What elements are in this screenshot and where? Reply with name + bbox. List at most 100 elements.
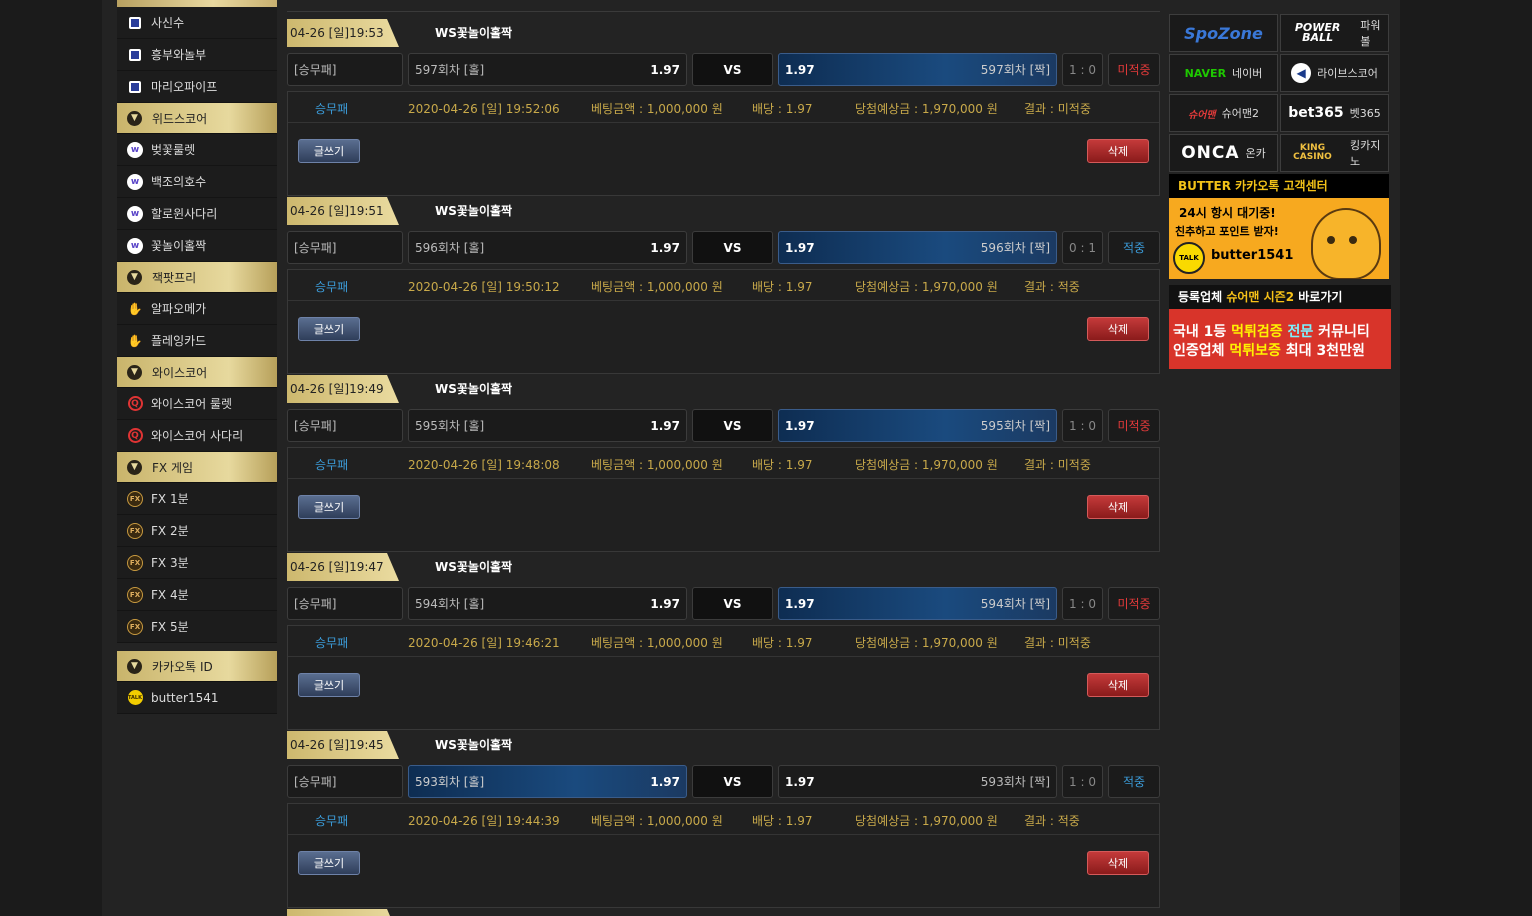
delete-button[interactable]: 삭제 [1087,317,1149,341]
sidebar-section-header[interactable]: ▼ FX 게임 [117,452,277,483]
sidebar-section-header[interactable]: ▼ 위드스코어 [117,103,277,134]
bet-type: [승무패] [287,409,403,442]
sidebar-item-label: 마리오파이프 [151,80,218,94]
sidebar-section-kakao[interactable]: ▼ 카카오톡 ID [117,651,277,682]
sidebar-item[interactable]: w 꽃놀이홀짝 [117,230,277,262]
home-pick: 595회차 [홀] 1.97 [408,409,687,442]
bet-date-tag: 04-26 [일]19:53 [287,19,399,47]
q-icon: Q [127,396,143,412]
partner-livescore[interactable]: ◀ 라이브스코어 [1280,54,1389,92]
score: 1 : 0 [1062,409,1103,442]
info-time: 2020-04-26 [일] 19:46:21 [408,636,560,650]
bet-date-tag: 04-26 [일]19:45 [287,731,399,759]
vs-label: VS [692,765,773,798]
sidebar-item[interactable]: 마리오파이프 [117,71,277,103]
sidebar-item[interactable]: Q 와이스코어 룰렛 [117,388,277,420]
bet-date-tag: 04-26 [일]19:51 [287,197,399,225]
sidebar-section-header[interactable]: ▼ 잭팟프리 [117,262,277,293]
bet-date-tag [287,909,399,916]
info-expected: 당첨예상금 : 1,970,000 원 [855,458,998,472]
bet-selection-row: [승무패] 597회차 [홀] 1.97 VS 1.97 597회차 [짝] 1 : 0 미적… [287,53,1160,86]
info-time: 2020-04-26 [일] 19:48:08 [408,458,560,472]
sidebar-item[interactable]: 흥부와놀부 [117,39,277,71]
partner-sureman[interactable]: 슈어맨 슈어맨2 [1169,94,1278,132]
info-amount: 베팅금액 : 1,000,000 원 [591,814,723,828]
write-button[interactable]: 글쓰기 [298,851,360,875]
sidebar-item[interactable]: w 벚꽃룰렛 [117,134,277,166]
bet-card: 04-26 [일]19:51 WS꽃놀이홀짝 [승무패] 596회차 [홀] 1.97 V… [287,196,1160,374]
bet-info-panel: 승무패 2020-04-26 [일] 19:48:08 베팅금액 : 1,000,0… [287,447,1160,552]
w-icon: w [127,237,143,254]
info-time: 2020-04-26 [일] 19:52:06 [408,102,560,116]
delete-button[interactable]: 삭제 [1087,495,1149,519]
livescore-logo-icon: ◀ [1291,63,1312,83]
partner-label: 온카 [1245,147,1266,160]
sureman-banner[interactable]: 등록업체 슈어맨 시즌2 바로가기 국내 1등 먹튀검증 전문 커뮤니티 인증업… [1169,285,1391,369]
home-label: 594회차 [홀] [415,597,485,611]
sidebar-item[interactable]: w 백조의호수 [117,166,277,198]
chevron-down-icon: ▼ [127,459,142,475]
bet-info-line: 승무패 2020-04-26 [일] 19:44:39 베팅금액 : 1,000,0… [288,804,1159,835]
sidebar-item[interactable]: FX FX 3분 [117,547,277,579]
sidebar-item[interactable]: 사신수 [117,7,277,39]
write-button[interactable]: 글쓰기 [298,139,360,163]
away-odds: 1.97 [785,62,815,77]
info-type: 승무패 [315,636,349,650]
delete-button[interactable]: 삭제 [1087,139,1149,163]
chevron-down-icon: ▼ [127,269,142,285]
vs-label: VS [692,409,773,442]
sidebar-section-label: 카카오톡 ID [152,659,213,674]
sidebar-item-label: 흥부와놀부 [151,48,207,62]
result-badge: 적중 [1108,765,1160,798]
score: 1 : 0 [1062,765,1103,798]
vs-label: VS [692,53,773,86]
vs-label: VS [692,231,773,264]
info-odds: 배당 : 1.97 [752,280,813,294]
info-result: 결과 : 적중 [1024,280,1080,294]
bet-game-name: WS꽃놀이홀짝 [435,26,513,40]
sidebar-item[interactable]: FX FX 5분 [117,611,277,643]
partner-label: 파워볼 [1360,19,1381,48]
sidebar-kakao-id[interactable]: TALK butter1541 [117,682,277,714]
sidebar-item[interactable]: Q 와이스코어 사다리 [117,420,277,452]
sidebar-item-label: FX 1분 [151,492,189,506]
sidebar-item[interactable]: FX FX 1분 [117,483,277,515]
info-result: 결과 : 적중 [1024,814,1080,828]
sidebar-item-label: 꽃놀이홀짝 [151,239,207,253]
delete-button[interactable]: 삭제 [1087,851,1149,875]
write-button[interactable]: 글쓰기 [298,317,360,341]
chevron-down-icon: ▼ [127,364,142,380]
fx-icon: FX [127,554,143,571]
banner-line: 24시 항시 대기중! [1179,206,1276,220]
partner-bet365[interactable]: bet365 벳365 [1280,94,1389,132]
home-label: 596회차 [홀] [415,241,485,255]
partner-powerball[interactable]: POWER BALL 파워볼 [1280,14,1389,52]
score: 1 : 0 [1062,53,1103,86]
sidebar-item[interactable]: ✋ 플레잉카드 [117,325,277,357]
chevron-down-icon: ▼ [127,658,142,674]
partner-naver[interactable]: NAVER 네이버 [1169,54,1278,92]
info-expected: 당첨예상금 : 1,970,000 원 [855,280,998,294]
away-pick: 1.97 593회차 [짝] [778,765,1057,798]
partner-spozone[interactable]: SpoZone [1169,14,1278,52]
away-pick: 1.97 594회차 [짝] [778,587,1057,620]
bet-card-header: 04-26 [일]19:51 WS꽃놀이홀짝 [287,196,1160,226]
bet-date-tag: 04-26 [일]19:49 [287,375,399,403]
bet-card-header: 04-26 [일]19:53 WS꽃놀이홀짝 [287,18,1160,48]
kakao-support-banner[interactable]: BUTTER 카카오톡 고객센터 24시 항시 대기중! 친추하고 포인트 받자… [1169,174,1389,279]
delete-button[interactable]: 삭제 [1087,673,1149,697]
write-button[interactable]: 글쓰기 [298,673,360,697]
sidebar-section-header[interactable]: ▼ 와이스코어 [117,357,277,388]
sidebar-item[interactable]: w 할로윈사다리 [117,198,277,230]
partner-onca[interactable]: ONCA 온카 [1169,134,1278,172]
home-pick: 596회차 [홀] 1.97 [408,231,687,264]
partner-kingcasino[interactable]: KING CASINO 킹카지노 [1280,134,1389,172]
sidebar-item[interactable]: FX FX 2분 [117,515,277,547]
fx-icon: FX [127,618,143,635]
write-button[interactable]: 글쓰기 [298,495,360,519]
sidebar-item[interactable]: ✋ 알파오메가 [117,293,277,325]
partner-grid: SpoZone POWER BALL 파워볼 NAVER 네이버 ◀ 라이브스코어 슈… [1169,14,1391,172]
home-odds: 1.97 [650,240,680,255]
sidebar-item[interactable]: FX FX 4분 [117,579,277,611]
result-badge: 미적중 [1108,587,1160,620]
